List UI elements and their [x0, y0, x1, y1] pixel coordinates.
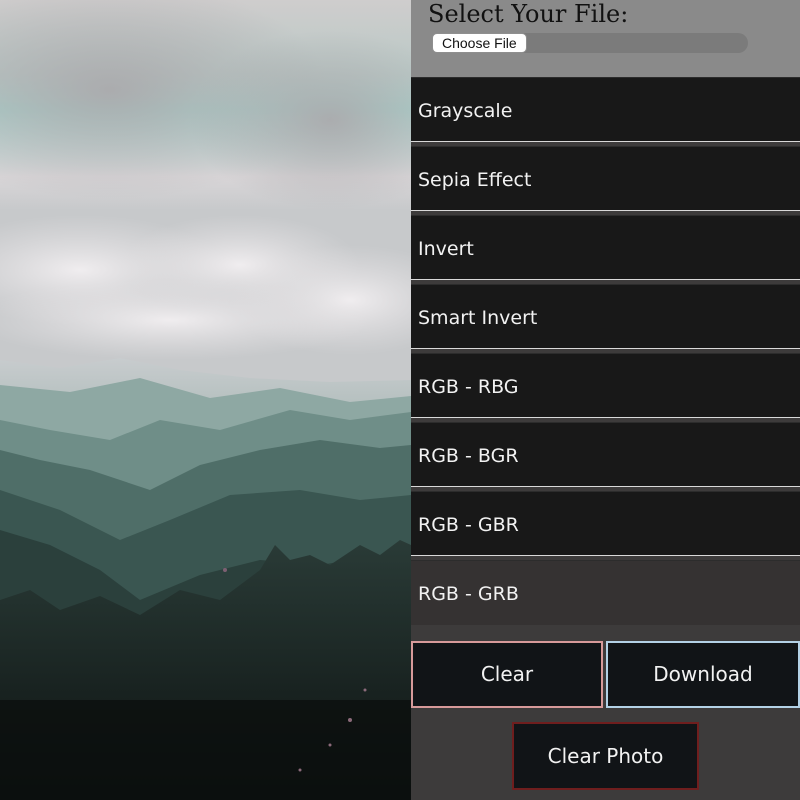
filter-rgb-grb-button[interactable]: RGB - GRB: [411, 560, 800, 625]
photo-preview: [0, 0, 411, 800]
filter-rgb-bgr-button[interactable]: RGB - BGR: [411, 422, 800, 487]
file-picker-title: Select Your File:: [428, 0, 629, 28]
filter-label: RGB - RBG: [418, 376, 519, 398]
filter-grayscale-button[interactable]: Grayscale: [411, 77, 800, 142]
landscape-photo: [0, 0, 411, 800]
filter-rgb-gbr-button[interactable]: RGB - GBR: [411, 491, 800, 556]
file-picker-section: Select Your File: Choose File: [411, 0, 800, 77]
clear-photo-button[interactable]: Clear Photo: [512, 722, 699, 790]
filter-label: Invert: [418, 238, 474, 260]
filter-label: Grayscale: [418, 100, 513, 122]
choose-file-button[interactable]: Choose File: [432, 33, 527, 53]
filter-label: Smart Invert: [418, 307, 538, 329]
filter-sepia-button[interactable]: Sepia Effect: [411, 146, 800, 211]
filter-rgb-rbg-button[interactable]: RGB - RBG: [411, 353, 800, 418]
filter-label: Sepia Effect: [418, 169, 532, 191]
photo-filter-app: Select Your File: Choose File Grayscale S…: [0, 0, 800, 800]
filter-invert-button[interactable]: Invert: [411, 215, 800, 280]
download-button[interactable]: Download: [606, 641, 800, 708]
filter-label: RGB - GRB: [418, 583, 519, 605]
filter-label: RGB - BGR: [418, 445, 519, 467]
filter-label: RGB - GBR: [418, 514, 519, 536]
clear-button[interactable]: Clear: [411, 641, 603, 708]
filter-smart-invert-button[interactable]: Smart Invert: [411, 284, 800, 349]
controls-panel: Select Your File: Choose File Grayscale S…: [411, 0, 800, 800]
